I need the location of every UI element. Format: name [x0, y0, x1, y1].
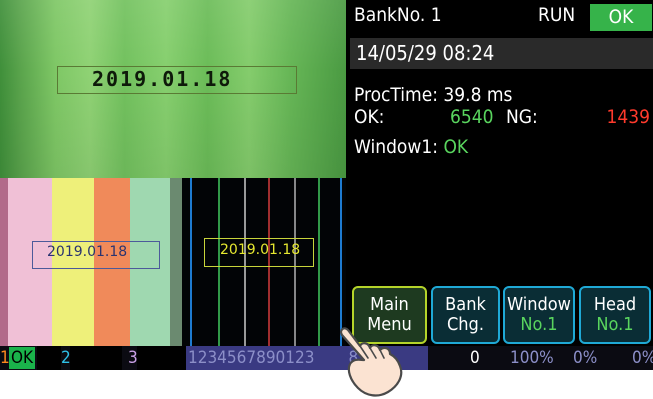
bank-change-button[interactable]: Bank Chg.	[431, 286, 500, 344]
ocr-date-text: 2019.01.18	[92, 67, 233, 91]
counter-value: 0	[470, 348, 480, 368]
ng-label: NG:	[506, 106, 538, 128]
window-select-button[interactable]: Window No.1	[503, 286, 575, 344]
percentage-2: 0%	[573, 348, 598, 368]
window1-label: Window1:	[354, 136, 444, 158]
status-bar: 1 OK 2 3 1234567890123890 0 100% 0% 0%	[0, 346, 653, 370]
camera-view-3[interactable]: 2019.01.18	[182, 178, 346, 346]
button-label: Window	[507, 294, 571, 315]
color-stripe	[170, 178, 182, 346]
ok-ng-counts: OK: 6540 NG: 1439	[354, 106, 650, 128]
window1-result: Window1: OK	[354, 136, 468, 158]
button-sublabel: No.1	[596, 314, 634, 335]
datetime-display: 14/05/29 08:24	[350, 38, 653, 69]
button-label: Main	[370, 294, 409, 315]
button-sublabel: No.1	[520, 314, 558, 335]
camera1-result-badge: OK	[9, 347, 36, 369]
camera-view-2[interactable]: 2019.01.18	[0, 178, 182, 346]
percentage-3: 0%	[632, 348, 653, 368]
color-stripe	[0, 178, 8, 346]
button-label: Chg.	[446, 314, 484, 335]
camera2-status-fill	[70, 346, 122, 370]
percentage-1: 100%	[510, 348, 554, 368]
ok-count: 6540	[450, 106, 494, 128]
button-label: Bank	[445, 294, 486, 315]
pointing-hand-icon	[340, 327, 403, 397]
process-time-readout: ProcTime: 39.8 ms	[354, 84, 513, 106]
window1-value: OK	[443, 136, 469, 158]
camera3-status-fill	[137, 346, 186, 370]
camera1-status-fill	[37, 346, 61, 370]
inspection-screen: 2019.01.18 2019.01.18 2019.01.18 BankNo.…	[0, 0, 653, 370]
head-select-button[interactable]: Head No.1	[579, 286, 651, 344]
camera-view-1[interactable]: 2019.01.18	[0, 0, 346, 178]
digit-readout-start: 1234567890123	[188, 348, 315, 368]
ng-count: 1439	[606, 106, 651, 128]
bank-number-label: BankNo. 1	[354, 4, 442, 26]
ocr-date-text: 2019.01.18	[220, 242, 301, 258]
result-badge: OK	[590, 4, 652, 31]
ocr-date-text: 2019.01.18	[47, 244, 128, 260]
ok-label: OK:	[354, 106, 385, 128]
button-label: Head	[593, 294, 637, 315]
signal-line	[318, 178, 320, 346]
signal-line	[190, 178, 192, 346]
run-status-label: RUN	[538, 4, 576, 26]
